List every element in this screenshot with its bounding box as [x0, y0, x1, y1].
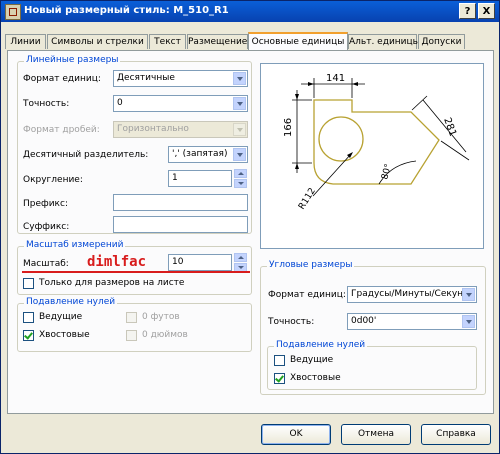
- suffix-label: Суффикс:: [23, 222, 70, 232]
- fraction-format-select[interactable]: Горизонтально: [113, 121, 248, 138]
- dimlfac-annotation: dimlfac: [87, 254, 147, 270]
- trailing-zeros-label: Хвостовые: [39, 330, 90, 340]
- annotation-underline: [22, 271, 250, 273]
- angular-precision-select[interactable]: 0d00': [347, 313, 477, 330]
- preview-shape: [313, 99, 440, 185]
- zero-suppression-linear-group: Подавление нулей: [17, 297, 252, 352]
- suffix-input[interactable]: [113, 216, 248, 233]
- precision-value: 0: [117, 98, 123, 108]
- chevron-down-icon[interactable]: [233, 148, 246, 161]
- scale-factor-spinner[interactable]: [234, 253, 247, 272]
- preview-dim-top: 141: [326, 73, 345, 84]
- spin-up-icon[interactable]: [234, 169, 247, 178]
- zero-inches-label: 0 дюймов: [142, 330, 188, 340]
- zero-feet-checkbox[interactable]: [126, 312, 137, 323]
- prefix-input[interactable]: [113, 194, 248, 211]
- chevron-down-icon[interactable]: [233, 72, 246, 85]
- angular-trailing-zeros-checkbox[interactable]: [274, 373, 285, 384]
- preview-drawing: 141 166 281 80° R112: [283, 73, 470, 212]
- round-off-label: Округление:: [23, 175, 83, 185]
- tab-fit[interactable]: Размещение: [187, 34, 248, 49]
- fraction-format-value: Горизонтально: [117, 124, 189, 134]
- fraction-format-label: Формат дробей:: [23, 125, 100, 135]
- round-off-spinner[interactable]: [234, 169, 247, 188]
- angular-format-select[interactable]: Градусы/Минуты/Секун,: [347, 286, 477, 303]
- angular-dimensions-title: Угловые размеры: [267, 260, 355, 270]
- checkmark-icon: [24, 330, 33, 340]
- chevron-down-icon[interactable]: [462, 288, 475, 301]
- decimal-separator-value: ',' (запятая): [172, 149, 228, 159]
- tab-lines[interactable]: Линии: [5, 34, 46, 49]
- chevron-down-icon[interactable]: [233, 123, 246, 136]
- angular-format-value: Градусы/Минуты/Секун,: [351, 289, 466, 299]
- unit-format-label: Формат единиц:: [23, 74, 101, 84]
- dimension-preview: 141 166 281 80° R112: [260, 63, 484, 249]
- angular-precision-label: Точность:: [268, 317, 315, 327]
- unit-format-select[interactable]: Десятичные: [113, 70, 248, 87]
- zero-suppression-linear-title: Подавление нулей: [24, 297, 118, 307]
- angular-trailing-zeros-label: Хвостовые: [290, 373, 341, 383]
- round-off-input[interactable]: 1: [168, 170, 232, 187]
- round-off-value: 1: [172, 173, 178, 183]
- angular-leading-zeros-checkbox[interactable]: [274, 355, 285, 366]
- close-title-button[interactable]: X: [478, 3, 495, 19]
- scale-factor-value: 10: [172, 257, 184, 267]
- unit-format-value: Десятичные: [117, 73, 175, 83]
- window-title: Новый размерный стиль: M_510_R1: [24, 5, 229, 16]
- tab-text[interactable]: Текст: [149, 34, 186, 49]
- decimal-separator-label: Десятичный разделитель:: [23, 150, 149, 160]
- preview-dim-angle: 80°: [380, 163, 394, 181]
- layout-only-label: Только для размеров на листе: [39, 278, 185, 288]
- leading-zeros-label: Ведущие: [39, 312, 83, 322]
- help-button[interactable]: Справка: [421, 424, 491, 445]
- angular-format-label: Формат единиц:: [268, 290, 346, 300]
- measurement-scale-title: Масштаб измерений: [24, 240, 126, 250]
- chevron-down-icon[interactable]: [462, 315, 475, 328]
- angular-leading-zeros-label: Ведущие: [290, 355, 334, 365]
- preview-dim-diagonal: 281: [441, 116, 458, 138]
- tab-primary-units[interactable]: Основные единицы: [248, 32, 348, 50]
- angular-precision-value: 0d00': [351, 316, 377, 326]
- tab-tolerances[interactable]: Допуски: [418, 34, 465, 49]
- help-title-button[interactable]: ?: [459, 3, 476, 19]
- tab-panel: Линейные размеры Формат единиц: Десятичн…: [7, 50, 494, 414]
- app-icon: [5, 4, 21, 20]
- spin-up-icon[interactable]: [234, 253, 247, 262]
- zero-feet-label: 0 футов: [142, 312, 180, 322]
- leading-zeros-checkbox[interactable]: [23, 312, 34, 323]
- chevron-down-icon[interactable]: [233, 97, 246, 110]
- preview-dim-left: 166: [283, 118, 294, 137]
- zero-suppression-angular-group: Подавление нулей: [267, 340, 477, 390]
- layout-only-checkbox[interactable]: [23, 278, 34, 289]
- checkmark-icon: [275, 373, 284, 383]
- tab-alternate-units[interactable]: Альт. единицы: [348, 34, 420, 49]
- decimal-separator-select[interactable]: ',' (запятая): [168, 146, 248, 163]
- precision-select[interactable]: 0: [113, 95, 248, 112]
- trailing-zeros-checkbox[interactable]: [23, 330, 34, 341]
- tab-symbols-arrows[interactable]: Символы и стрелки: [47, 34, 148, 49]
- zero-inches-checkbox[interactable]: [126, 330, 137, 341]
- prefix-label: Префикс:: [23, 199, 68, 209]
- preview-dim-radius: R112: [297, 186, 318, 211]
- cancel-button[interactable]: Отмена: [341, 424, 411, 445]
- scale-factor-label: Масштаб:: [23, 259, 69, 269]
- title-bar[interactable]: Новый размерный стиль: M_510_R1 ? X: [1, 1, 499, 22]
- zero-suppression-angular-title: Подавление нулей: [274, 340, 368, 350]
- linear-dimensions-title: Линейные размеры: [24, 55, 121, 65]
- precision-label: Точность:: [23, 99, 70, 109]
- dialog-window: Новый размерный стиль: M_510_R1 ? X Лини…: [0, 0, 500, 454]
- scale-factor-input[interactable]: 10: [168, 254, 232, 271]
- ok-button[interactable]: OK: [261, 424, 331, 445]
- spin-down-icon[interactable]: [234, 179, 247, 188]
